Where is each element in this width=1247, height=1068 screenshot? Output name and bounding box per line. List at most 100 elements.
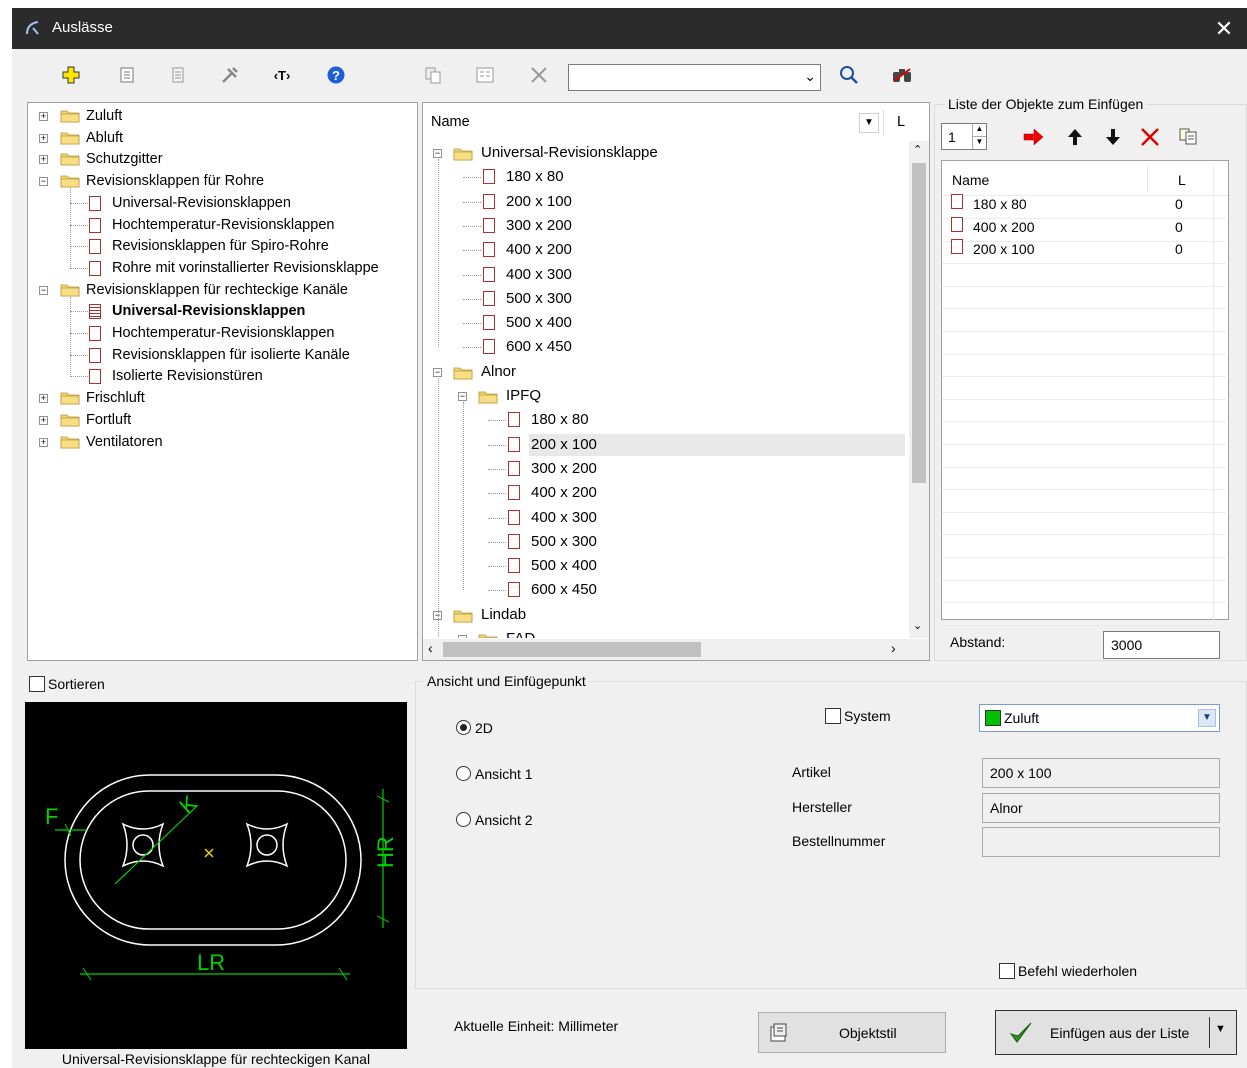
tree-item-row[interactable]: 600 x 450 bbox=[423, 578, 909, 602]
spin-down-icon[interactable]: ▼ bbox=[972, 136, 986, 149]
tree-item-row[interactable]: 400 x 300 bbox=[423, 263, 909, 287]
collapse-icon[interactable]: − bbox=[433, 149, 442, 158]
abstand-input[interactable]: 3000 bbox=[1103, 631, 1220, 659]
insert-list-row[interactable]: 400 x 200 0 bbox=[942, 216, 1226, 242]
remove-icon[interactable] bbox=[1139, 126, 1161, 151]
tree-folder-row[interactable]: + Frischluft bbox=[28, 387, 413, 409]
tree-item-row[interactable]: 600 x 450 bbox=[423, 335, 909, 359]
list-header-l[interactable]: L bbox=[1178, 172, 1186, 188]
expand-icon[interactable]: + bbox=[39, 437, 48, 447]
tree-item-row[interactable]: Universal-Revisionsklappen bbox=[28, 192, 413, 214]
system-select[interactable]: Zuluft ▼ bbox=[979, 704, 1220, 732]
tree-folder-row[interactable]: − Lindab bbox=[423, 603, 909, 627]
insert-list-row[interactable]: 200 x 100 0 bbox=[942, 239, 1226, 265]
binoculars-icon[interactable] bbox=[891, 64, 913, 86]
radio-2d[interactable] bbox=[456, 720, 471, 735]
scroll-left-icon[interactable]: ‹ bbox=[428, 640, 433, 656]
repeat-checkbox[interactable] bbox=[999, 963, 1015, 979]
scroll-up-icon[interactable]: ⌃ bbox=[913, 143, 922, 156]
tree-folder-row[interactable]: + Schutzgitter bbox=[28, 148, 413, 170]
tools-icon[interactable] bbox=[219, 64, 241, 86]
tree-folder-row[interactable]: + Ventilatoren bbox=[28, 431, 413, 453]
collapse-icon[interactable]: − bbox=[433, 367, 442, 377]
expand-icon[interactable]: + bbox=[39, 155, 48, 165]
list-header-name[interactable]: Name bbox=[952, 172, 989, 188]
tree-folder-row[interactable]: − Revisionsklappen für rechteckige Kanäle bbox=[28, 279, 413, 301]
chevron-down-icon[interactable]: ⌄ bbox=[804, 68, 816, 85]
scrollbar-thumb[interactable] bbox=[912, 163, 926, 483]
radio-view2[interactable] bbox=[456, 812, 471, 827]
copy-list-icon[interactable] bbox=[1178, 127, 1198, 148]
column-header-name[interactable]: Name bbox=[431, 114, 470, 130]
sort-checkbox[interactable] bbox=[29, 676, 45, 692]
text-tag-icon[interactable]: ‹T› bbox=[271, 64, 293, 86]
tree-item-row[interactable]: Universal-Revisionsklappen bbox=[28, 300, 413, 322]
tree-item-row[interactable]: Rohre mit vorinstallierter Revisionsklap… bbox=[28, 257, 413, 279]
tree-item-row[interactable]: 500 x 300 bbox=[423, 287, 909, 311]
tree-item-row[interactable]: 200 x 100 bbox=[423, 190, 909, 214]
hscrollbar-thumb[interactable] bbox=[443, 642, 701, 657]
delete-icon[interactable] bbox=[528, 64, 550, 86]
tree-folder-row[interactable]: − Alnor bbox=[423, 360, 909, 384]
tree-item-row[interactable]: Revisionsklappen für isolierte Kanäle bbox=[28, 344, 413, 366]
scroll-down-icon[interactable]: ⌄ bbox=[913, 619, 922, 632]
spin-up-icon[interactable]: ▲ bbox=[972, 124, 986, 136]
copy-icon[interactable] bbox=[422, 64, 444, 86]
system-checkbox[interactable] bbox=[825, 708, 841, 724]
tree-item-row[interactable]: 400 x 200 bbox=[423, 481, 909, 505]
expand-icon[interactable]: + bbox=[39, 415, 48, 425]
form-icon[interactable] bbox=[474, 64, 496, 86]
tree-item-row[interactable]: 500 x 300 bbox=[423, 530, 909, 554]
tree-item-row[interactable]: 400 x 300 bbox=[423, 506, 909, 530]
document-icon[interactable] bbox=[167, 64, 189, 86]
tree-item-row[interactable]: 180 x 80 bbox=[423, 408, 909, 432]
help-icon[interactable]: ? bbox=[325, 64, 347, 86]
tree-folder-row[interactable]: − Revisionsklappen für Rohre bbox=[28, 170, 413, 192]
object-style-button[interactable]: Objektstil bbox=[758, 1012, 946, 1053]
collapse-icon[interactable]: − bbox=[458, 635, 467, 638]
collapse-icon[interactable]: − bbox=[39, 285, 48, 295]
tree-item-row[interactable]: Hochtemperatur-Revisionsklappen bbox=[28, 214, 413, 236]
tree-item-row[interactable]: Hochtemperatur-Revisionsklappen bbox=[28, 322, 413, 344]
search-combobox[interactable]: ⌄ bbox=[568, 64, 821, 91]
add-to-list-icon[interactable] bbox=[1022, 128, 1044, 149]
expand-icon[interactable]: + bbox=[39, 133, 48, 143]
column-filter-button[interactable]: ▼ bbox=[859, 113, 879, 133]
tree-folder-row[interactable]: − IPFQ bbox=[423, 384, 909, 408]
tree-connector bbox=[70, 311, 88, 313]
tree-folder-row[interactable]: + Abluft bbox=[28, 127, 413, 149]
move-up-icon[interactable] bbox=[1067, 128, 1083, 149]
expand-icon[interactable]: + bbox=[39, 112, 48, 121]
tree-folder-row[interactable]: + Fortluft bbox=[28, 409, 413, 431]
tree-item-row[interactable]: Isolierte Revisionstüren bbox=[28, 365, 413, 387]
add-icon[interactable] bbox=[60, 64, 82, 86]
scroll-right-icon[interactable]: › bbox=[891, 640, 896, 656]
close-button[interactable]: ✕ bbox=[1201, 8, 1247, 49]
tree-folder-row[interactable]: − FAD bbox=[423, 627, 909, 638]
collapse-icon[interactable]: − bbox=[39, 177, 48, 187]
tree-item-row[interactable]: 180 x 80 bbox=[423, 165, 909, 189]
search-icon[interactable] bbox=[838, 64, 860, 86]
horizontal-scrollbar[interactable]: ‹ › bbox=[423, 639, 929, 660]
tree-item-row[interactable]: 200 x 100 bbox=[423, 433, 909, 457]
count-spinner[interactable]: 1 ▲ ▼ bbox=[941, 123, 987, 150]
vertical-scrollbar[interactable]: ⌃ ⌄ bbox=[909, 141, 929, 638]
chevron-down-icon[interactable]: ▼ bbox=[1215, 1023, 1226, 1035]
properties-icon[interactable] bbox=[116, 64, 138, 86]
insert-from-list-button[interactable]: Einfügen aus der Liste ▼ bbox=[995, 1010, 1237, 1055]
tree-item-row[interactable]: 500 x 400 bbox=[423, 554, 909, 578]
column-header-l[interactable]: L bbox=[897, 114, 905, 130]
tree-folder-row[interactable]: − Universal-Revisionsklappe bbox=[423, 141, 909, 165]
insert-list-row[interactable]: 180 x 80 0 bbox=[942, 194, 1226, 219]
chevron-down-icon[interactable]: ▼ bbox=[1198, 709, 1216, 727]
move-down-icon[interactable] bbox=[1105, 128, 1121, 149]
tree-item-row[interactable]: Revisionsklappen für Spiro-Rohre bbox=[28, 235, 413, 257]
tree-folder-row[interactable]: + Zuluft bbox=[28, 105, 413, 127]
expand-icon[interactable]: + bbox=[39, 394, 48, 404]
tree-item-row[interactable]: 300 x 200 bbox=[423, 214, 909, 238]
tree-item-row[interactable]: 400 x 200 bbox=[423, 238, 909, 262]
radio-view1[interactable] bbox=[456, 766, 471, 781]
collapse-icon[interactable]: − bbox=[458, 392, 467, 401]
tree-item-row[interactable]: 300 x 200 bbox=[423, 457, 909, 481]
tree-item-row[interactable]: 500 x 400 bbox=[423, 311, 909, 335]
